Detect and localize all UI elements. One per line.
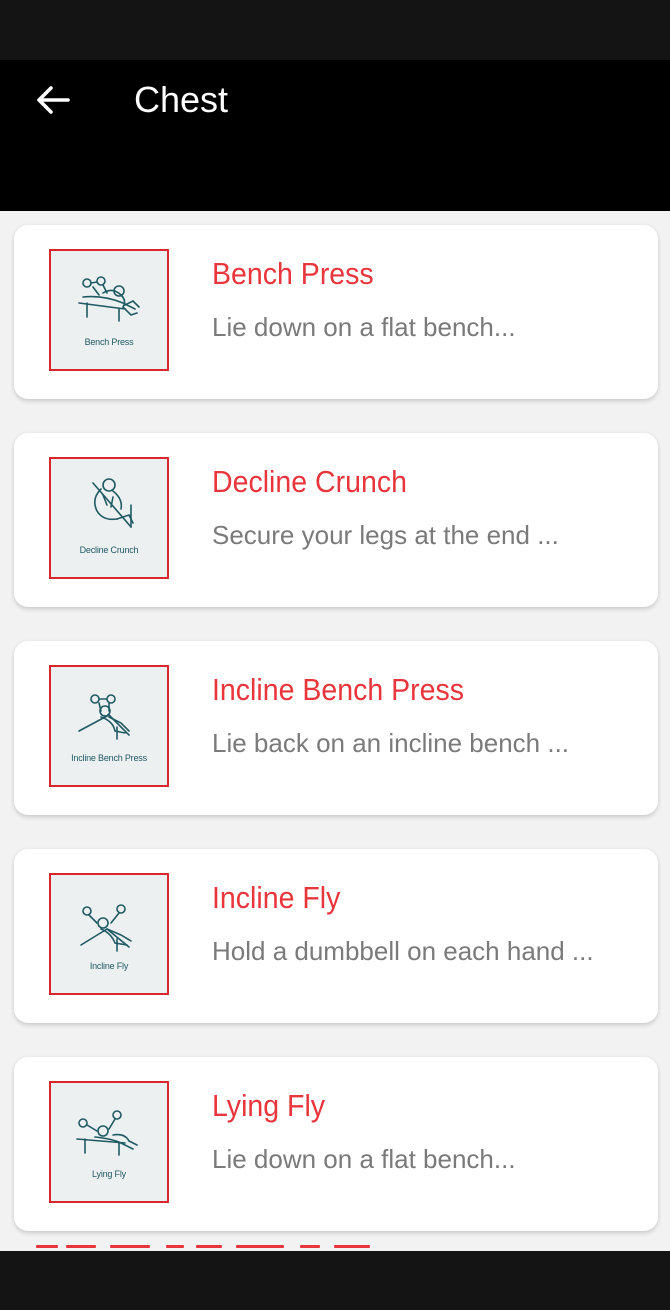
lying-fly-illustration-icon: [76, 1110, 138, 1156]
exercise-card-lying-fly[interactable]: Lying Fly Lying Fly Lie down on a flat b…: [14, 1057, 658, 1231]
thumbnail-caption: Lying Fly: [92, 1169, 126, 1179]
thumbnail-caption: Incline Fly: [89, 961, 129, 971]
thumbnail-caption: Bench Press: [84, 337, 134, 347]
navigation-bar: [0, 1251, 670, 1310]
exercise-description: Hold a dumbbell on each hand ...: [212, 936, 594, 966]
page-title: Chest: [134, 79, 229, 120]
exercise-list[interactable]: Bench Press Bench Press Lie down on a fl…: [0, 211, 670, 1251]
thumbnail-caption: Decline Crunch: [79, 545, 139, 555]
exercise-thumbnail: Incline Bench Press: [49, 665, 169, 787]
exercise-thumbnail: Decline Crunch: [49, 457, 169, 579]
thumbnail-caption: Incline Bench Press: [71, 753, 147, 763]
exercise-description: Secure your legs at the end ...: [212, 520, 559, 550]
exercise-description: Lie down on a flat bench...: [212, 1144, 516, 1174]
incline-fly-illustration-icon: [80, 904, 132, 952]
app-bar: [0, 60, 670, 211]
exercise-name: Bench Press: [212, 256, 374, 291]
status-bar: [0, 0, 670, 60]
exercise-description: Lie back on an incline bench ...: [212, 728, 570, 758]
exercise-name: Lying Fly: [212, 1088, 326, 1123]
exercise-name: Incline Bench Press: [212, 672, 465, 707]
decline-crunch-illustration-icon: [92, 478, 134, 528]
exercise-name: Incline Fly: [212, 880, 341, 915]
exercise-card-decline-crunch[interactable]: Decline Crunch Decline Crunch Secure you…: [14, 433, 658, 607]
exercise-description: Lie down on a flat bench...: [212, 312, 516, 342]
back-button[interactable]: [30, 80, 76, 120]
exercise-thumbnail: Bench Press: [49, 249, 169, 371]
incline-bench-press-illustration-icon: [78, 694, 130, 740]
exercise-card-incline-bench-press[interactable]: Incline Bench Press Incline Bench Press …: [14, 641, 658, 815]
exercise-card-bench-press[interactable]: Bench Press Bench Press Lie down on a fl…: [14, 225, 658, 399]
exercise-card-incline-fly[interactable]: Incline Fly Incline Fly Hold a dumbbell …: [14, 849, 658, 1023]
exercise-thumbnail: Lying Fly: [49, 1081, 169, 1203]
arrow-left-icon: [37, 86, 70, 114]
exercise-name: Decline Crunch: [212, 464, 407, 499]
exercise-thumbnail: Incline Fly: [49, 873, 169, 995]
bench-press-illustration-icon: [78, 276, 140, 322]
